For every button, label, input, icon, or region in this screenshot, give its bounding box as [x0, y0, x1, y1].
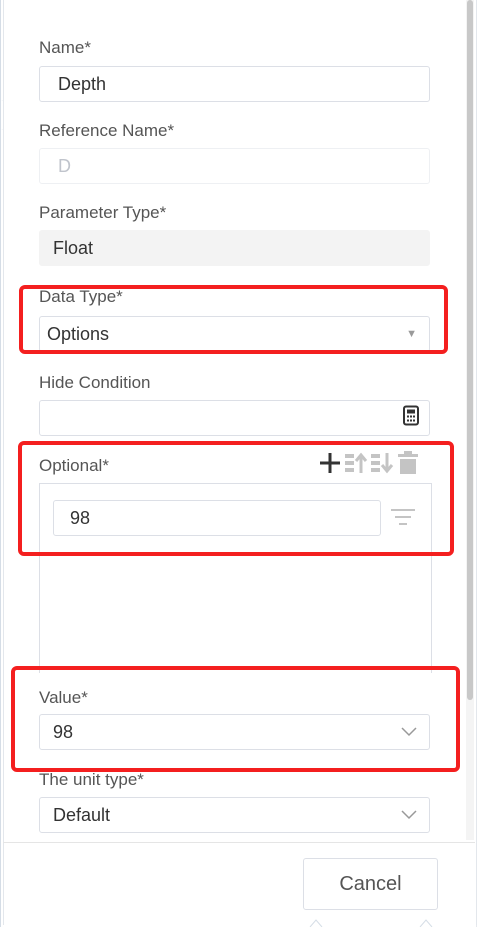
hide-condition-label: Hide Condition — [39, 373, 151, 392]
unit-type-select[interactable]: Default — [39, 797, 430, 833]
move-down-icon[interactable] — [370, 450, 394, 476]
chevron-down-icon — [401, 727, 417, 737]
data-type-label: Data Type* — [39, 287, 123, 306]
move-up-icon[interactable] — [344, 450, 368, 476]
scrollbar-thumb[interactable] — [467, 0, 473, 700]
optional-label: Optional* — [39, 456, 109, 475]
reference-name-input[interactable]: D — [39, 148, 430, 184]
reference-name-placeholder: D — [58, 155, 71, 176]
caret-down-icon: ▼ — [406, 328, 417, 340]
parameter-type-value: Float — [53, 237, 94, 258]
value-selected: 98 — [53, 721, 74, 742]
footer-divider — [3, 842, 475, 843]
name-input[interactable]: Depth — [39, 66, 430, 102]
hide-condition-input[interactable] — [39, 400, 430, 436]
add-icon[interactable] — [318, 450, 342, 476]
optional-item-input[interactable]: 98 — [53, 500, 381, 536]
value-select[interactable]: 98 — [39, 714, 430, 750]
delete-icon[interactable] — [396, 450, 420, 476]
background-decoration — [309, 919, 433, 927]
name-label: Name* — [39, 38, 91, 57]
background-edge — [0, 0, 1, 927]
data-type-value: Options — [47, 323, 110, 344]
unit-type-selected: Default — [53, 804, 111, 825]
filter-icon[interactable] — [390, 506, 416, 533]
unit-type-label: The unit type* — [39, 770, 144, 789]
parameter-type-field: Float — [39, 230, 430, 266]
chevron-down-icon — [401, 810, 417, 820]
optional-toolbar — [318, 450, 420, 476]
parameter-type-label: Parameter Type* — [39, 203, 167, 222]
optional-item-value: 98 — [70, 507, 91, 528]
value-label: Value* — [39, 688, 88, 707]
data-type-select[interactable]: Options ▼ — [39, 316, 430, 352]
calculator-icon[interactable] — [403, 405, 419, 431]
reference-name-label: Reference Name* — [39, 121, 175, 140]
cancel-button[interactable]: Cancel — [303, 858, 438, 910]
name-value: Depth — [58, 73, 107, 94]
